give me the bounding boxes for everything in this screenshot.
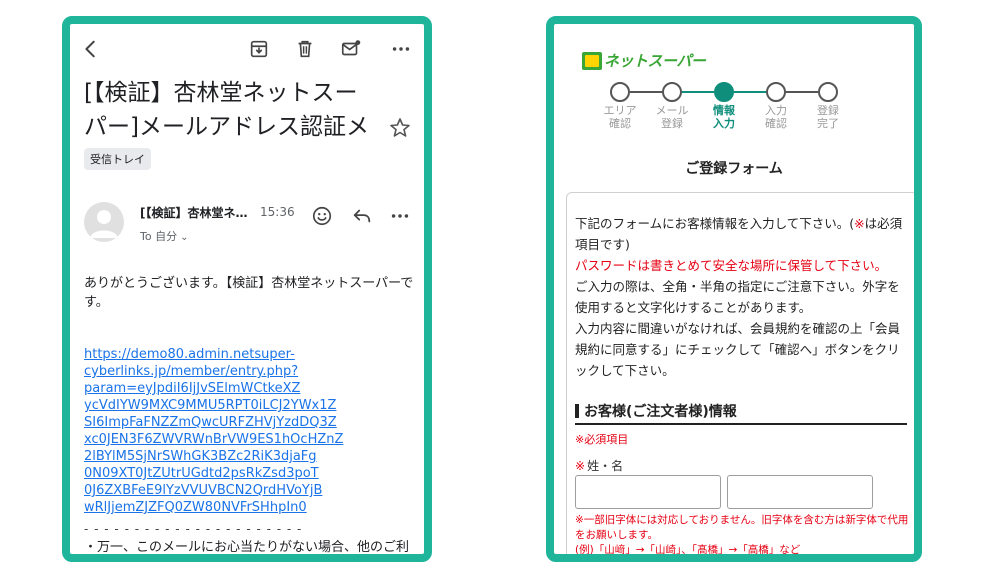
mail-greeting: ありがとうございます。【検証】杏林堂ネットスーパーです。 (84, 276, 414, 310)
link-line[interactable]: ycVdIYW9MXC9MMU5RPT0iLCJ2YWx1Z (84, 397, 384, 414)
sender-name: [【検証】杏林堂ネ… (140, 206, 248, 220)
link-line[interactable]: SI6ImpFaFNZZmQwcURFZHVjYzdDQ3Z (84, 414, 384, 431)
step-connector (682, 91, 714, 93)
mark-unread-icon[interactable] (338, 36, 364, 62)
step-label: メール 登録 (655, 104, 689, 130)
link-line[interactable]: xc0JEN3F6ZWVRWnBrVW9ES1hOcHZnZ (84, 431, 384, 448)
signup-screen: ネットスーパー エリア 確認 メール 登録 情報 入力 入力 確認 登録 完了 ご登録フ… (546, 16, 922, 562)
form-card: 下記のフォームにお客様情報を入力して下さい。(※は必須項目です) パスワードは書… (566, 192, 914, 556)
link-line[interactable]: wRlJjemZJZFQ0ZW80NVFrSHhpIn0 (84, 499, 384, 516)
link-line[interactable]: https://demo80.admin.netsuper- (84, 346, 384, 363)
step-circle (818, 82, 838, 102)
mail-time: 15:36 (260, 205, 295, 219)
step-circle (610, 82, 630, 102)
warning-text-2: (例)「山﨑」→「山崎」、「髙橋」→「高橋」など (575, 544, 801, 556)
reply-icon[interactable] (350, 204, 374, 228)
store-logo-text: ネットスーパー (604, 52, 706, 70)
customer-info-heading: お客様(ご注文者様)情報 (575, 401, 907, 425)
first-name-input[interactable] (727, 475, 873, 509)
recipient-text: To 自分 (140, 230, 178, 243)
inbox-label-chip[interactable]: 受信トレイ (84, 148, 151, 170)
step-connector (630, 91, 662, 93)
step-label: 情報 入力 (713, 104, 735, 130)
progress-steps: エリア 確認 メール 登録 情報 入力 入力 確認 登録 完了 (604, 82, 850, 142)
warning-text-1: ※一部旧字体には対応しておりません。旧字体を含む方は新字体で代用をお願いします。 (575, 514, 909, 541)
intro-text-3: ご入力の際は、全角・半角の指定にご注意下さい。外字を使用すると文字化けすることが… (575, 279, 900, 315)
required-mark: ※ (854, 216, 865, 231)
star-icon[interactable] (388, 116, 412, 140)
link-line[interactable]: 2lBYlM5SjNrSWhGK3BZc2RiK3djaFg (84, 448, 384, 465)
name-label-text: 姓・名 (587, 459, 624, 473)
verification-link[interactable]: https://demo80.admin.netsuper-cyberlinks… (84, 346, 384, 516)
emoji-reaction-icon[interactable] (310, 204, 334, 228)
customer-info-heading-text: お客様(ご注文者様)情報 (584, 404, 737, 420)
mail-notice: ・万一、このメールにお心当たりがない場合、他のご利用者がメールアドレスを間違えて… (84, 540, 410, 555)
message-more-icon[interactable] (388, 204, 412, 228)
step-circle (714, 82, 734, 102)
divider-dashes: - - - - - - - - - - - - - - - - - - - - … (84, 522, 303, 536)
step-label: 登録 完了 (817, 104, 839, 130)
step-circle (766, 82, 786, 102)
store-logo-icon (582, 51, 602, 70)
chevron-down-icon: ⌄ (180, 232, 189, 243)
intro-text-1: 下記のフォームにお客様情報を入力して下さい。( (575, 216, 855, 231)
step-label: 入力 確認 (765, 104, 787, 130)
link-line[interactable]: 0J6ZXBFeE9lYzVVUVBCN2QrdHVoYjB (84, 482, 384, 499)
step-connector (734, 91, 766, 93)
heading-bar-icon (575, 404, 579, 418)
old-kanji-warning: ※一部旧字体には対応しておりません。旧字体を含む方は新字体で代用をお願いします。… (575, 513, 914, 556)
name-field-label: ※ 姓・名 (575, 457, 623, 474)
recipient-line[interactable]: To 自分 ⌄ (140, 228, 188, 244)
last-name-input[interactable] (575, 475, 721, 509)
link-line[interactable]: param=eyJpdiI6IjJvSElmWCtkeXZ (84, 380, 384, 397)
person-icon (90, 210, 118, 238)
back-arrow-icon[interactable] (78, 36, 104, 62)
archive-icon[interactable] (246, 36, 272, 62)
form-instructions: 下記のフォームにお客様情報を入力して下さい。(※は必須項目です) パスワードは書… (575, 213, 911, 381)
more-options-icon[interactable] (388, 36, 414, 62)
mail-app-screen: [【検証】杏林堂ネットスーパー]メールアドレス認証メール 受信トレイ [【検証】… (62, 16, 432, 562)
store-logo[interactable]: ネットスーパー (582, 50, 706, 71)
intro-text-4: 入力内容に間違いがなければ、会員規約を確認の上「会員規約に同意する」にチェックし… (575, 321, 901, 378)
step-connector (786, 91, 818, 93)
required-note: ※必須項目 (575, 433, 629, 446)
step-circle (662, 82, 682, 102)
sender-avatar (84, 202, 124, 242)
password-note: パスワードは書きとめて安全な場所に保管して下さい。 (575, 258, 888, 273)
step-label: エリア 確認 (603, 104, 637, 130)
link-line[interactable]: cyberlinks.jp/member/entry.php? (84, 363, 384, 380)
trash-icon[interactable] (292, 36, 318, 62)
link-line[interactable]: 0N09XT0JtZUtrUGdtd2psRkZsd3poT (84, 465, 384, 482)
form-title: ご登録フォーム (685, 161, 783, 177)
name-required-mark: ※ (575, 459, 586, 473)
mail-toolbar (70, 32, 424, 66)
